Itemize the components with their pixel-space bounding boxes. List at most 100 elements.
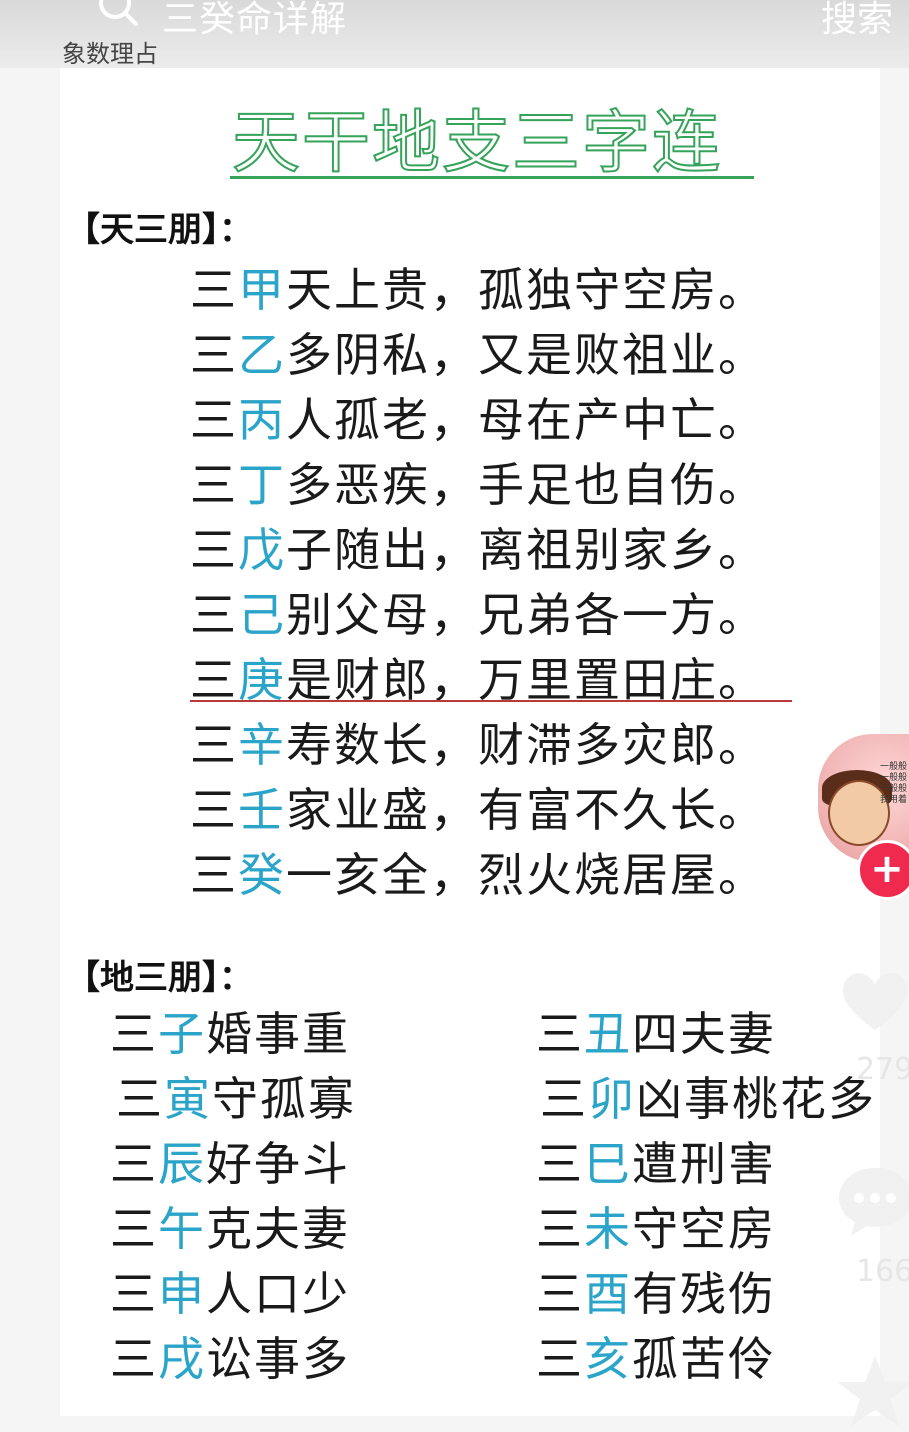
- verse-prefix: 三: [190, 718, 238, 772]
- earth-verse-line: 三未守空房: [536, 1201, 776, 1257]
- earth-verse-line: 三酉有残伤: [536, 1266, 776, 1322]
- verse-text: 家业盛，有富不久长。: [286, 783, 766, 837]
- star-icon[interactable]: [835, 1352, 909, 1432]
- verse-text: 好争斗: [206, 1137, 350, 1191]
- heaven-verse-line: 三丁多恶疾，手足也自伤。: [190, 457, 766, 513]
- verse-text: 四夫妻: [632, 1007, 776, 1061]
- stem-char: 卯: [588, 1072, 636, 1126]
- avatar-caption: 一般般 一般般 一般般 我用着: [880, 762, 907, 806]
- verse-prefix: 三: [190, 588, 238, 642]
- earth-verse-line: 三寅守孤寡: [116, 1071, 356, 1127]
- stem-char: 丑: [584, 1007, 632, 1061]
- stem-char: 午: [158, 1202, 206, 1256]
- heaven-verse-line: 三癸一亥全，烈火烧居屋。: [190, 847, 766, 903]
- verse-text: 有残伤: [632, 1267, 776, 1321]
- heaven-verse-line: 三辛寿数长，财滞多灾郎。: [190, 717, 766, 773]
- earth-verse-line: 三子婚事重: [110, 1006, 350, 1062]
- stem-char: 巳: [584, 1137, 632, 1191]
- stem-char: 寅: [164, 1072, 212, 1126]
- verse-prefix: 三: [536, 1202, 584, 1256]
- verse-text: 多恶疾，手足也自伤。: [286, 458, 766, 512]
- verse-prefix: 三: [190, 328, 238, 382]
- verse-prefix: 三: [190, 848, 238, 902]
- earth-verse-line: 三申人口少: [110, 1266, 350, 1322]
- verse-text: 别父母，兄弟各一方。: [286, 588, 766, 642]
- heaven-verse-line: 三己别父母，兄弟各一方。: [190, 587, 766, 643]
- like-count: 279: [856, 1052, 909, 1087]
- source-name: 象数理占: [62, 40, 158, 68]
- stem-char: 丙: [238, 393, 286, 447]
- verse-text: 婚事重: [206, 1007, 350, 1061]
- verse-text: 人口少: [206, 1267, 350, 1321]
- verse-text: 讼事多: [206, 1332, 350, 1386]
- avatar-caption-line: 一般般: [880, 762, 908, 772]
- verse-text: 寿数长，财滞多灾郎。: [286, 718, 766, 772]
- verse-text: 天上贵，孤独守空房。: [286, 263, 766, 317]
- verse-text: 守空房: [632, 1202, 776, 1256]
- verse-prefix: 三: [190, 393, 238, 447]
- heaven-verse-line: 三壬家业盛，有富不久长。: [190, 782, 766, 838]
- verse-prefix: 三: [190, 783, 238, 837]
- red-underline: [190, 700, 792, 702]
- stem-char: 壬: [238, 783, 286, 837]
- comment-count: 166: [856, 1254, 909, 1289]
- earth-verse-line: 三戌讼事多: [110, 1331, 350, 1387]
- plus-icon: +: [870, 846, 904, 892]
- stem-char: 酉: [584, 1267, 632, 1321]
- search-button[interactable]: 搜索: [821, 0, 893, 42]
- verse-prefix: 三: [116, 1072, 164, 1126]
- stem-char: 甲: [238, 263, 286, 317]
- stem-char: 庚: [238, 653, 286, 707]
- earth-verse-line: 三亥孤苦伶: [536, 1331, 776, 1387]
- earth-verse-line: 三辰好争斗: [110, 1136, 350, 1192]
- verse-text: 克夫妻: [206, 1202, 350, 1256]
- stem-char: 未: [584, 1202, 632, 1256]
- verse-prefix: 三: [540, 1072, 588, 1126]
- heaven-verse-line: 三乙多阴私，又是败祖业。: [190, 327, 766, 383]
- verse-prefix: 三: [536, 1332, 584, 1386]
- verse-text: 多阴私，又是败祖业。: [286, 328, 766, 382]
- earth-verse-line: 三丑四夫妻: [536, 1006, 776, 1062]
- verse-prefix: 三: [536, 1007, 584, 1061]
- stem-char: 辰: [158, 1137, 206, 1191]
- verse-prefix: 三: [110, 1007, 158, 1061]
- heaven-verse-line: 三丙人孤老，母在产中亡。: [190, 392, 766, 448]
- stem-char: 己: [238, 588, 286, 642]
- comment-icon[interactable]: [835, 1160, 909, 1240]
- earth-verse-line: 三午克夫妻: [110, 1201, 350, 1257]
- stem-char: 乙: [238, 328, 286, 382]
- verse-prefix: 三: [110, 1332, 158, 1386]
- stem-char: 丁: [238, 458, 286, 512]
- heaven-verse-line: 三甲天上贵，孤独守空房。: [190, 262, 766, 318]
- verse-prefix: 三: [190, 523, 238, 577]
- verse-prefix: 三: [190, 653, 238, 707]
- verse-prefix: 三: [110, 1137, 158, 1191]
- verse-text: 凶事桃花多: [636, 1072, 876, 1126]
- stem-char: 申: [158, 1267, 206, 1321]
- verse-prefix: 三: [536, 1137, 584, 1191]
- avatar-caption-line: 我用着: [880, 795, 908, 805]
- stem-char: 癸: [238, 848, 286, 902]
- verse-prefix: 三: [110, 1202, 158, 1256]
- verse-text: 孤苦伶: [632, 1332, 776, 1386]
- article-title: 天干地支三字连: [231, 103, 723, 184]
- verse-text: 守孤寡: [212, 1072, 356, 1126]
- search-icon[interactable]: [96, 0, 140, 28]
- stem-char: 辛: [238, 718, 286, 772]
- earth-section-heading: 【地三朋】：: [66, 958, 253, 998]
- earth-verse-line: 三巳遭刑害: [536, 1136, 776, 1192]
- verse-prefix: 三: [536, 1267, 584, 1321]
- verse-text: 一亥全，烈火烧居屋。: [286, 848, 766, 902]
- verse-prefix: 三: [110, 1267, 158, 1321]
- stem-char: 戌: [158, 1332, 206, 1386]
- follow-button[interactable]: +: [857, 840, 909, 900]
- search-input[interactable]: 三癸命详解: [162, 0, 347, 42]
- verse-prefix: 三: [190, 458, 238, 512]
- avatar-caption-line: 一般般: [880, 773, 908, 783]
- verse-text: 子随出，离祖别家乡。: [286, 523, 766, 577]
- title-underline: [230, 176, 754, 179]
- stem-char: 子: [158, 1007, 206, 1061]
- heaven-verse-line: 三戊子随出，离祖别家乡。: [190, 522, 766, 578]
- heart-icon[interactable]: [835, 960, 909, 1040]
- heaven-section-heading: 【天三朋】：: [66, 210, 253, 250]
